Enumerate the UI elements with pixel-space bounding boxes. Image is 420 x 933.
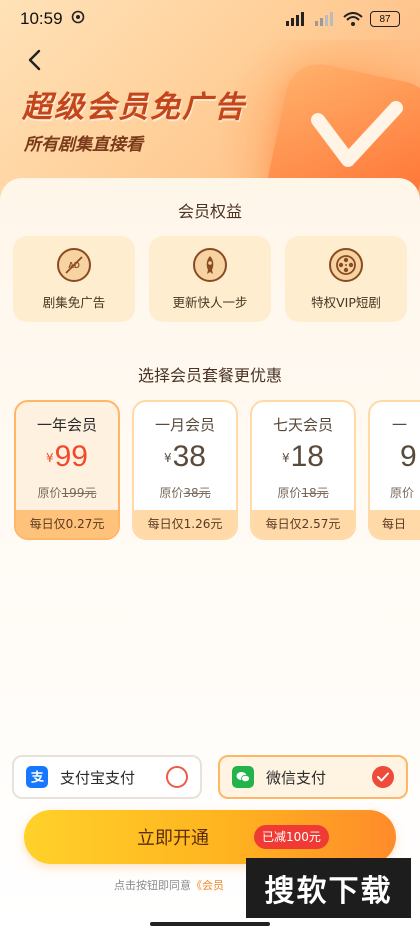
plan-card-monthly[interactable]: 一月会员 ¥38 原价38元 每日仅1.26元 (132, 400, 238, 540)
wifi-icon (343, 12, 363, 26)
plan-name: 七天会员 (272, 416, 333, 434)
orig-value: 38元 (183, 486, 211, 500)
benefit-vip-drama: 特权VIP短剧 (285, 236, 407, 322)
orig-value: 199元 (61, 486, 97, 500)
price-value: 38 (172, 440, 206, 473)
home-indicator (150, 922, 270, 926)
plan-price: ¥38 (134, 440, 236, 474)
status-time: 10:59 (20, 9, 63, 28)
pay-label: 微信支付 (266, 768, 327, 787)
pay-label: 支付宝支付 (60, 768, 136, 787)
plan-card-yearly[interactable]: 一年会员 ¥99 原价199元 每日仅0.27元 (14, 400, 120, 540)
agreement-link[interactable]: 《会员 (191, 879, 224, 892)
orig-prefix: 原价 (159, 486, 184, 500)
hero-title: 超级会员免广告 (22, 90, 246, 125)
status-bar: 10:59 87 (0, 0, 420, 38)
status-icons: 87 (285, 11, 400, 27)
currency-symbol: ¥ (45, 451, 54, 465)
price-value: 99 (54, 440, 88, 473)
orig-prefix: 原价 (390, 486, 415, 500)
vip-check-icon (311, 101, 403, 167)
plan-name: 一月会员 (154, 416, 215, 434)
benefit-label: 更新快人一步 (172, 294, 248, 310)
battery-indicator: 87 (370, 11, 400, 27)
benefits-title: 会员权益 (177, 202, 242, 221)
benefit-early-update: 更新快人一步 (149, 236, 271, 322)
pay-option-wechat[interactable]: 微信支付 (218, 755, 408, 799)
alipay-icon (26, 766, 48, 788)
plans-title: 选择会员套餐更优惠 (137, 366, 282, 385)
agreement-text: 点击按钮即同意《会员 (114, 877, 224, 893)
plan-card-weekly[interactable]: 七天会员 ¥18 原价18元 每日仅2.57元 (250, 400, 356, 540)
currency-symbol: ¥ (163, 451, 172, 465)
plan-name: 一年会员 (36, 416, 97, 434)
no-ad-icon: AD (57, 247, 91, 282)
radio-unchecked[interactable] (166, 766, 188, 788)
plan-name: 一 (392, 416, 408, 434)
orig-prefix: 原价 (37, 486, 62, 500)
open-membership-button[interactable]: 立即开通 (24, 810, 396, 864)
benefit-label: 特权VIP短剧 (311, 294, 381, 310)
open-button-label: 立即开通 (137, 828, 209, 849)
pay-option-alipay[interactable]: 支付宝支付 (12, 755, 202, 799)
price-value: 9 (400, 440, 417, 473)
plan-daily-price: 每日仅0.27元 (16, 510, 118, 538)
plan-daily-price: 每日 (370, 510, 420, 538)
plan-daily-price: 每日仅2.57元 (252, 510, 354, 538)
plan-daily-price: 每日仅1.26元 (134, 510, 236, 538)
film-reel-icon (329, 247, 363, 282)
chevron-left-icon (28, 49, 41, 71)
radio-checked[interactable] (372, 766, 394, 788)
benefit-no-ads: AD 剧集免广告 (13, 236, 135, 322)
plan-price: ¥99 (16, 440, 118, 474)
benefit-label: 剧集免广告 (42, 294, 106, 310)
signal-2-icon (315, 12, 333, 26)
watermark-logo: 搜软下载 (246, 858, 411, 918)
discount-badge: 已减100元 (254, 825, 329, 849)
check-icon (377, 772, 389, 782)
currency-symbol: ¥ (281, 451, 290, 465)
agreement-prefix: 点击按钮即同意 (114, 879, 191, 892)
orig-prefix: 原价 (277, 486, 302, 500)
hero-subtitle: 所有剧集直接看 (24, 135, 143, 155)
plan-original-price: 原价 (370, 484, 420, 501)
plan-original-price: 原价18元 (252, 484, 354, 501)
rocket-icon (193, 247, 227, 282)
back-button[interactable] (20, 46, 48, 74)
orig-value: 18元 (301, 486, 329, 500)
plan-original-price: 原价199元 (16, 484, 118, 501)
plan-card-partial[interactable]: 一 9 原价 每日 (368, 400, 420, 540)
plan-original-price: 原价38元 (134, 484, 236, 501)
price-value: 18 (290, 440, 324, 473)
plan-price: 9 (370, 440, 420, 474)
wechat-pay-icon (232, 766, 254, 788)
plan-price: ¥18 (252, 440, 354, 474)
notification-icon (71, 9, 85, 29)
signal-icon (286, 12, 304, 26)
